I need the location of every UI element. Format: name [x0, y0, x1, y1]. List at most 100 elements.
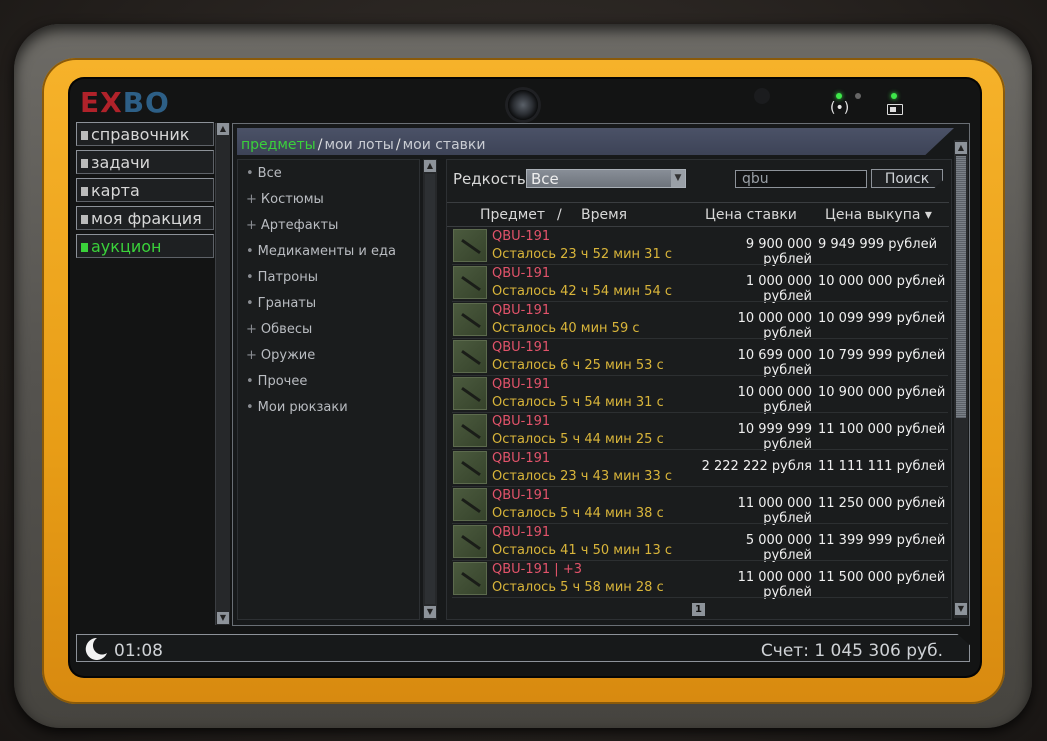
table-row[interactable]: QBU-191 | +3 Осталось 5 ч 58 мин 28 с 11 0… [452, 560, 948, 600]
category-item[interactable]: + Оружие [246, 348, 315, 363]
header-divider [447, 202, 949, 203]
rifle-icon [453, 229, 487, 262]
buyout-price: 10 099 999 рублей [818, 311, 946, 326]
rifle-icon [453, 340, 487, 373]
category-label: Оружие [260, 348, 316, 363]
moon-icon [85, 637, 107, 660]
category-prefix-icon: • [246, 374, 254, 389]
category-item[interactable]: • Медикаменты и еда [246, 244, 396, 259]
category-prefix-icon: + [246, 348, 257, 363]
scroll-thumb[interactable] [956, 156, 966, 418]
table-row[interactable]: QBU-191 Осталось 6 ч 25 мин 53 с 10 699 00… [452, 338, 948, 378]
led-green-icon [836, 93, 842, 99]
time-left: Осталось 5 ч 44 мин 25 с [492, 432, 664, 447]
category-item[interactable]: • Прочее [246, 374, 307, 389]
search-field[interactable] [735, 170, 870, 188]
table-row[interactable]: QBU-191 Осталось 42 ч 54 мин 54 с 1 000 00… [452, 264, 948, 304]
table-row[interactable]: QBU-191 Осталось 5 ч 54 мин 31 с 10 000 00… [452, 375, 948, 415]
page-button[interactable]: 1 [692, 603, 705, 616]
header-item[interactable]: Предмет [480, 207, 545, 223]
item-name: QBU-191 [492, 451, 551, 466]
search-input[interactable] [736, 171, 870, 187]
header-time[interactable]: Время [581, 207, 627, 223]
sidebar-item-1[interactable]: задачи [76, 150, 214, 174]
sidebar-item-label: справочник [91, 125, 190, 144]
tab-2[interactable]: мои ставки [403, 137, 486, 153]
tab-breadcrumb: предметы / мои лоты / мои ставки [241, 137, 485, 153]
scroll-down-icon[interactable]: ▼ [955, 603, 967, 615]
bid-price: 11 000 000 рублей [737, 570, 812, 600]
category-item[interactable]: • Все [246, 166, 282, 181]
search-button[interactable]: Поиск [871, 169, 943, 188]
category-item[interactable]: • Патроны [246, 270, 318, 285]
tab-1[interactable]: мои лоты [324, 137, 393, 153]
category-item[interactable]: + Костюмы [246, 192, 324, 207]
category-label: Мои рюкзаки [257, 400, 348, 415]
category-prefix-icon: + [246, 218, 257, 233]
item-name: QBU-191 [492, 229, 551, 244]
rarity-select[interactable]: Все ▼ [526, 169, 686, 188]
sidebar-item-2[interactable]: карта [76, 178, 214, 202]
scroll-down-icon[interactable]: ▼ [217, 612, 229, 624]
category-prefix-icon: • [246, 400, 254, 415]
category-prefix-icon: + [246, 322, 257, 337]
bullet-icon [81, 131, 88, 140]
category-prefix-icon: • [246, 270, 254, 285]
chevron-down-icon[interactable]: ▼ [671, 170, 685, 187]
bid-price: 10 000 000 рублей [737, 311, 812, 341]
wifi-icon: (•) [830, 100, 850, 116]
table-row[interactable]: QBU-191 Осталось 5 ч 44 мин 25 с 10 999 99… [452, 412, 948, 452]
category-item[interactable]: • Мои рюкзаки [246, 400, 348, 415]
scroll-down-icon[interactable]: ▼ [424, 606, 436, 618]
bullet-icon [81, 159, 88, 168]
category-item[interactable]: + Обвесы [246, 322, 312, 337]
tab-0[interactable]: предметы [241, 137, 316, 153]
category-label: Гранаты [257, 296, 317, 311]
table-row[interactable]: QBU-191 Осталось 23 ч 43 мин 33 с 2 222 22… [452, 449, 948, 485]
header-slash: / [557, 207, 562, 223]
scroll-up-icon[interactable]: ▲ [955, 142, 967, 154]
item-name: QBU-191 [492, 377, 551, 392]
sidebar-item-3[interactable]: моя фракция [76, 206, 214, 230]
bid-price: 9 900 000 рублей [745, 237, 812, 267]
table-row[interactable]: QBU-191 Осталось 5 ч 44 мин 38 с 11 000 00… [452, 486, 948, 526]
sidebar-item-label: моя фракция [91, 209, 202, 228]
main-scrollbar[interactable]: ▲ ▼ [954, 140, 968, 618]
header-bid[interactable]: Цена ставки [705, 207, 797, 223]
rifle-icon [453, 525, 487, 558]
buyout-price: 10 799 999 рублей [818, 348, 946, 363]
category-item[interactable]: • Гранаты [246, 296, 316, 311]
buyout-price: 10 000 000 рублей [818, 274, 946, 289]
buyout-price: 11 111 111 рублей [818, 459, 946, 474]
item-name: QBU-191 [492, 340, 551, 355]
category-label: Патроны [257, 270, 318, 285]
item-name: QBU-191 [492, 303, 551, 318]
sidebar-item-label: задачи [91, 153, 151, 172]
table-row[interactable]: QBU-191 Осталось 41 ч 50 мин 13 с 5 000 00… [452, 523, 948, 563]
category-prefix-icon: • [246, 244, 254, 259]
sidebar-item-4[interactable]: аукцион [76, 234, 214, 258]
time-left: Осталось 5 ч 44 мин 38 с [492, 506, 664, 521]
buyout-price: 11 100 000 рублей [818, 422, 946, 437]
scroll-up-icon[interactable]: ▲ [217, 123, 229, 135]
time-left: Осталось 41 ч 50 мин 13 с [492, 543, 672, 558]
category-label: Обвесы [260, 322, 313, 337]
rifle-icon [453, 303, 487, 336]
time-left: Осталось 5 ч 58 мин 28 с [492, 580, 664, 595]
table-row[interactable]: QBU-191 Осталось 40 мин 59 с 10 000 000 ру… [452, 301, 948, 341]
sidebar-item-0[interactable]: справочник [76, 122, 214, 146]
category-scrollbar[interactable]: ▲ ▼ [423, 159, 437, 620]
scroll-thumb[interactable] [425, 174, 435, 604]
rarity-value: Все [531, 170, 559, 188]
item-name: QBU-191 [492, 266, 551, 281]
buyout-price: 10 900 000 рублей [818, 385, 946, 400]
rifle-icon [453, 414, 487, 447]
scroll-up-icon[interactable]: ▲ [424, 160, 436, 172]
nav-scrollbar[interactable]: ▲ ▼ [215, 123, 230, 625]
led-power-icon [891, 93, 897, 99]
battery-icon [887, 104, 903, 115]
category-item[interactable]: + Артефакты [246, 218, 338, 233]
rarity-label: Редкость [453, 170, 526, 188]
header-buyout[interactable]: Цена выкупа ▾ [825, 207, 932, 223]
table-row[interactable]: QBU-191 Осталось 23 ч 52 мин 31 с 9 900 00… [452, 227, 948, 267]
